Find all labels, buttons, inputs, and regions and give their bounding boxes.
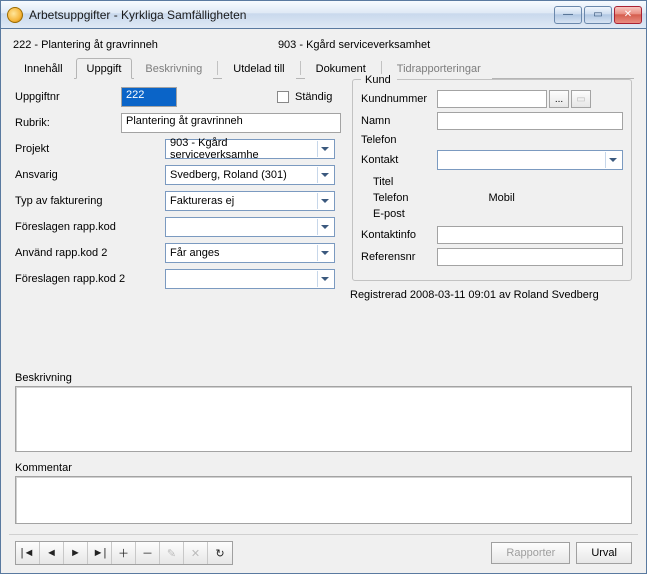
tab-divider [381,61,382,75]
titlebar: Arbetsuppgifter - Kyrkliga Samfällighete… [1,1,646,29]
left-column: Uppgiftnr 222 Ständig Rubrik: Plantering… [15,87,355,289]
chevron-down-icon [605,152,620,168]
kontakt-select[interactable] [437,150,623,170]
uppgiftnr-label: Uppgiftnr [15,91,121,103]
kund-groupbox: Kund Kundnummer ... ▭ Namn Telefon [352,79,632,281]
chevron-down-icon [317,271,332,287]
foreslagen2-label: Föreslagen rapp.kod 2 [15,273,135,285]
ansvarig-value: Svedberg, Roland (301) [170,169,287,181]
app-window: Arbetsuppgifter - Kyrkliga Samfällighete… [0,0,647,574]
nav-delete-button[interactable]: － [136,542,160,564]
uppgiftnr-input[interactable]: 222 [121,87,177,107]
anvand2-label: Använd rapp.kod 2 [15,247,135,259]
kundnummer-label: Kundnummer [361,93,437,105]
kund-legend: Kund [361,74,397,86]
rapporter-button[interactable]: Rapporter [491,542,570,564]
kontakt-details: Titel Telefon Mobil E-post [361,174,623,222]
foreslagen1-select[interactable] [165,217,335,237]
maximize-button[interactable]: ▭ [584,6,612,24]
mobil-label: Mobil [488,190,514,206]
kommentar-section: Kommentar [15,462,632,524]
tab-utdelad[interactable]: Utdelad till [222,58,295,79]
telefon-label: Telefon [361,134,437,146]
namn-label: Namn [361,115,437,127]
kundnummer-input[interactable] [437,90,547,108]
breadcrumb-left: 222 - Plantering åt gravrinneh [13,39,158,51]
fakturering-select[interactable]: Faktureras ej [165,191,335,211]
projekt-label: Projekt [15,143,135,155]
kommentar-label: Kommentar [15,462,632,474]
namn-input[interactable] [437,112,623,130]
chevron-down-icon [317,193,332,209]
nav-edit-button[interactable]: ✎ [160,542,184,564]
tab-beskrivning[interactable]: Beskrivning [134,58,213,79]
tab-divider [217,61,218,75]
referensnr-input[interactable] [437,248,623,266]
titel-label: Titel [373,174,623,190]
tabbar: Innehåll Uppgift Beskrivning Utdelad til… [13,57,634,79]
beskrivning-label: Beskrivning [15,372,632,384]
fakturering-label: Typ av fakturering [15,195,135,207]
tab-innehall[interactable]: Innehåll [13,58,74,79]
app-icon [7,7,23,23]
window-title: Arbetsuppgifter - Kyrkliga Samfällighete… [29,8,246,22]
chevron-down-icon [317,219,332,235]
nav-refresh-button[interactable]: ↻ [208,542,232,564]
nav-first-button[interactable]: |◄ [16,542,40,564]
ktelefon-label: Telefon [373,190,408,206]
nav-last-button[interactable]: ►| [88,542,112,564]
form-area: Uppgiftnr 222 Ständig Rubrik: Plantering… [9,79,638,372]
epost-label: E-post [373,206,623,222]
projekt-select[interactable]: 903 - Kgård serviceverksamhe [165,139,335,159]
kund-lookup-button[interactable]: ... [549,90,569,108]
client-area: 222 - Plantering åt gravrinneh 903 - Kgå… [1,29,646,573]
nav-prev-button[interactable]: ◄ [40,542,64,564]
foreslagen1-label: Föreslagen rapp.kod [15,221,135,233]
rubrik-label: Rubrik: [15,117,121,129]
projekt-value: 903 - Kgård serviceverksamhe [170,137,317,161]
kontakt-label: Kontakt [361,154,437,166]
beskrivning-section: Beskrivning [15,372,632,452]
ansvarig-select[interactable]: Svedberg, Roland (301) [165,165,335,185]
foreslagen2-select[interactable] [165,269,335,289]
registered-info: Registrerad 2008-03-11 09:01 av Roland S… [350,289,630,301]
close-button[interactable]: ✕ [614,6,642,24]
tab-uppgift[interactable]: Uppgift [76,58,133,79]
breadcrumb-right: 903 - Kgård serviceverksamhet [278,39,430,51]
referensnr-label: Referensnr [361,251,437,263]
chevron-down-icon [317,245,332,261]
nav-next-button[interactable]: ► [64,542,88,564]
anvand2-select[interactable]: Får anges [165,243,335,263]
kontaktinfo-label: Kontaktinfo [361,229,437,241]
beskrivning-textarea[interactable] [15,386,632,452]
ansvarig-label: Ansvarig [15,169,135,181]
rubrik-input[interactable]: Plantering åt gravrinneh [121,113,341,133]
anvand2-value: Får anges [170,247,220,259]
urval-button[interactable]: Urval [576,542,632,564]
bottom-toolbar: |◄ ◄ ► ►| ＋ － ✎ ✕ ↻ Rapporter Urval [9,534,638,565]
standig-label: Ständig [295,91,332,103]
nav-cancel-button[interactable]: ✕ [184,542,208,564]
standig-checkbox[interactable] [277,91,289,103]
chevron-down-icon [317,141,332,157]
kontaktinfo-input[interactable] [437,226,623,244]
tab-divider [300,61,301,75]
chevron-down-icon [317,167,332,183]
tab-tidrapport[interactable]: Tidrapporteringar [386,58,492,79]
kund-doc-button[interactable]: ▭ [571,90,591,108]
breadcrumb: 222 - Plantering åt gravrinneh 903 - Kgå… [13,39,634,51]
kommentar-textarea[interactable] [15,476,632,524]
fakturering-value: Faktureras ej [170,195,234,207]
record-navigator: |◄ ◄ ► ►| ＋ － ✎ ✕ ↻ [15,541,233,565]
nav-add-button[interactable]: ＋ [112,542,136,564]
minimize-button[interactable]: — [554,6,582,24]
